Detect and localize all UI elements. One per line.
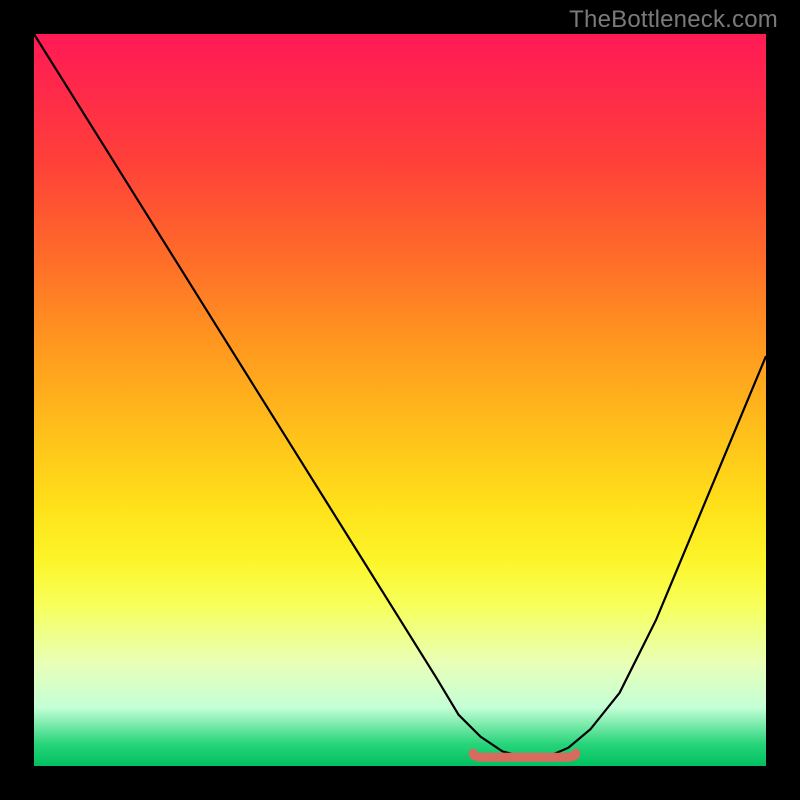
bottleneck-curve bbox=[34, 34, 766, 757]
attribution-text: TheBottleneck.com bbox=[569, 6, 778, 34]
chart-svg bbox=[34, 34, 766, 766]
chart-frame: TheBottleneck.com bbox=[0, 0, 800, 800]
valley-highlight bbox=[473, 753, 576, 757]
plot-area bbox=[34, 34, 766, 766]
